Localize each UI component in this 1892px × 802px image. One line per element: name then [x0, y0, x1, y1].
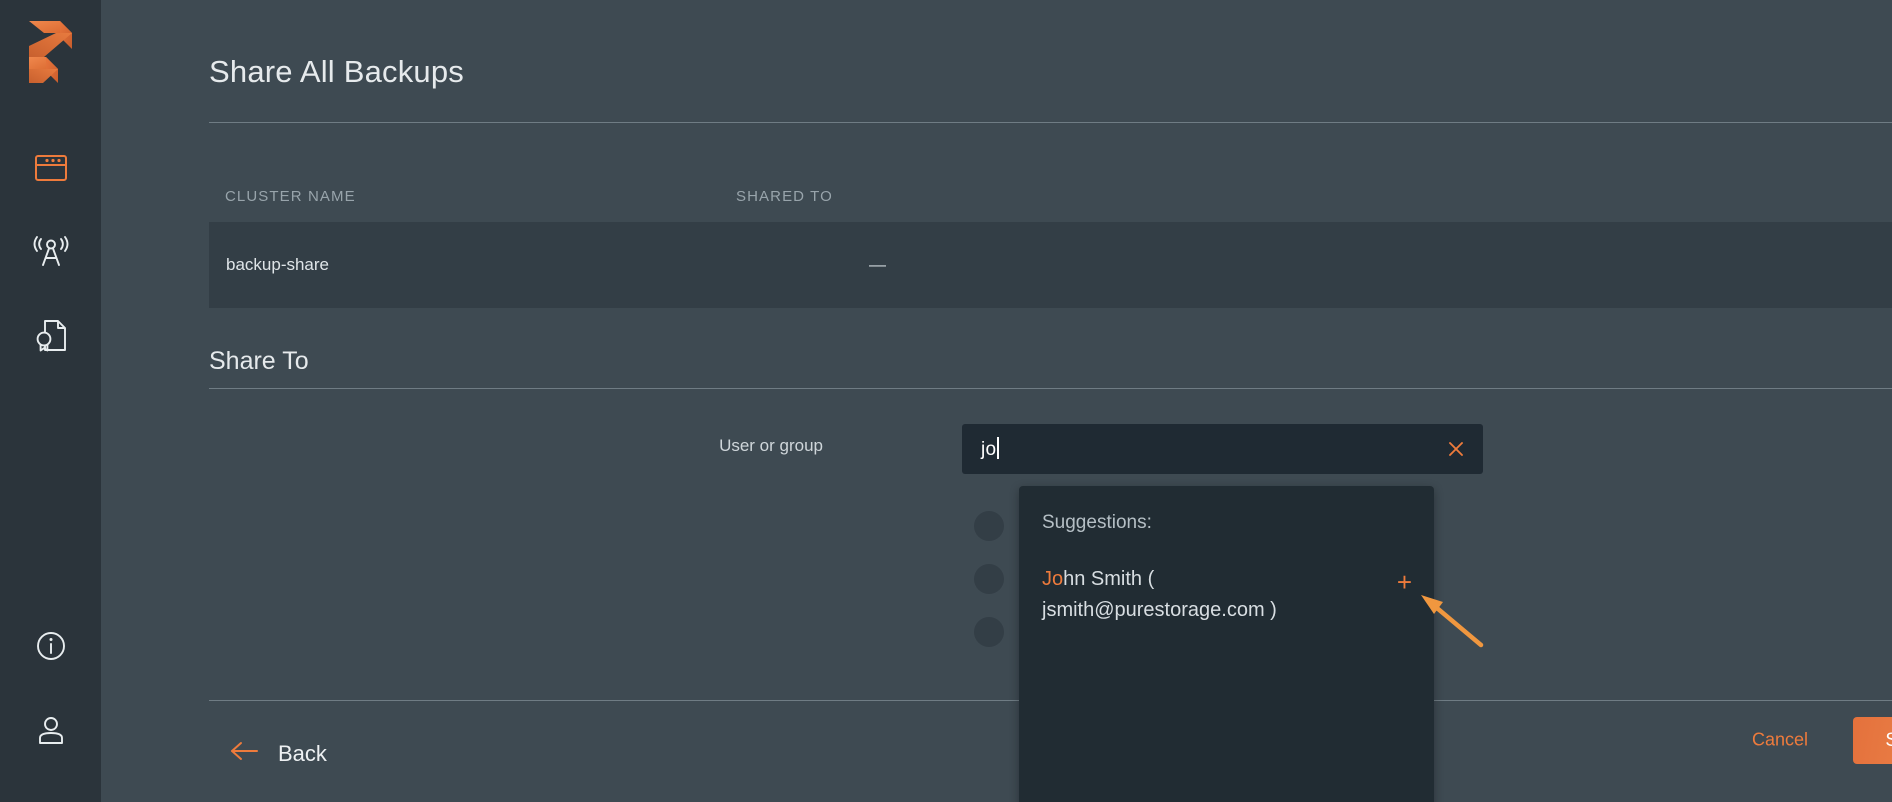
antenna-broadcast-icon: [32, 234, 70, 270]
close-x-icon[interactable]: [1443, 436, 1469, 462]
column-header-cluster-name: CLUSTER NAME: [225, 188, 356, 205]
cell-cluster-name: backup-share: [226, 255, 329, 275]
page-title: Share All Backups: [209, 54, 464, 90]
suggestion-item[interactable]: John Smith ( jsmith@purestorage.com ) +: [1019, 564, 1434, 626]
plus-icon[interactable]: +: [1397, 569, 1412, 595]
column-header-shared-to: SHARED TO: [736, 188, 833, 205]
arrow-left-icon: [229, 740, 259, 767]
sidebar-item-info[interactable]: [0, 604, 101, 688]
suggestions-dropdown: Suggestions: John Smith ( jsmith@puresto…: [1019, 486, 1434, 802]
cancel-button[interactable]: Cancel: [1752, 730, 1808, 751]
left-sidebar: [0, 0, 101, 802]
pure-storage-logo[interactable]: [20, 14, 82, 88]
text-caret: [997, 437, 999, 459]
user-account-icon: [35, 714, 67, 746]
suggestions-heading: Suggestions:: [1042, 512, 1152, 534]
list-item-marker[interactable]: [974, 564, 1004, 594]
user-or-group-input-value: jo: [981, 437, 999, 461]
main-content: Share All Backups CLUSTER NAME SHARED TO…: [101, 0, 1892, 802]
sidebar-item-browser-window[interactable]: [0, 126, 101, 210]
browser-window-icon: [34, 153, 68, 183]
table-row[interactable]: backup-share —: [209, 222, 1892, 308]
suggestion-rest: hn Smith ( jsmith@purestorage.com ): [1042, 568, 1277, 621]
share-to-divider: [209, 388, 1892, 389]
user-or-group-label: User or group: [719, 436, 823, 456]
info-circle-icon: [35, 630, 67, 662]
table-header: CLUSTER NAME SHARED TO: [209, 188, 1892, 210]
suggestion-match-prefix: Jo: [1042, 568, 1063, 590]
back-button[interactable]: Back: [229, 740, 327, 767]
suggestion-item-label: John Smith ( jsmith@purestorage.com ): [1042, 564, 1342, 626]
user-or-group-input[interactable]: jo: [962, 424, 1483, 474]
sidebar-item-account[interactable]: [0, 688, 101, 772]
sidebar-item-certificate[interactable]: [0, 294, 101, 378]
submit-button[interactable]: Submit: [1853, 717, 1892, 764]
share-to-heading: Share To: [209, 347, 309, 376]
cell-shared-to: —: [869, 255, 886, 275]
app-root: Share All Backups CLUSTER NAME SHARED TO…: [0, 0, 1892, 802]
sidebar-primary-nav: [0, 126, 101, 378]
title-divider: [209, 122, 1892, 123]
sidebar-item-broadcast[interactable]: [0, 210, 101, 294]
certificate-document-icon: [34, 318, 68, 354]
list-item-marker[interactable]: [974, 511, 1004, 541]
user-or-group-field-row: User or group jo: [209, 424, 1892, 474]
sidebar-secondary-nav: [0, 604, 101, 772]
list-item-marker[interactable]: [974, 617, 1004, 647]
back-button-label: Back: [278, 741, 327, 767]
